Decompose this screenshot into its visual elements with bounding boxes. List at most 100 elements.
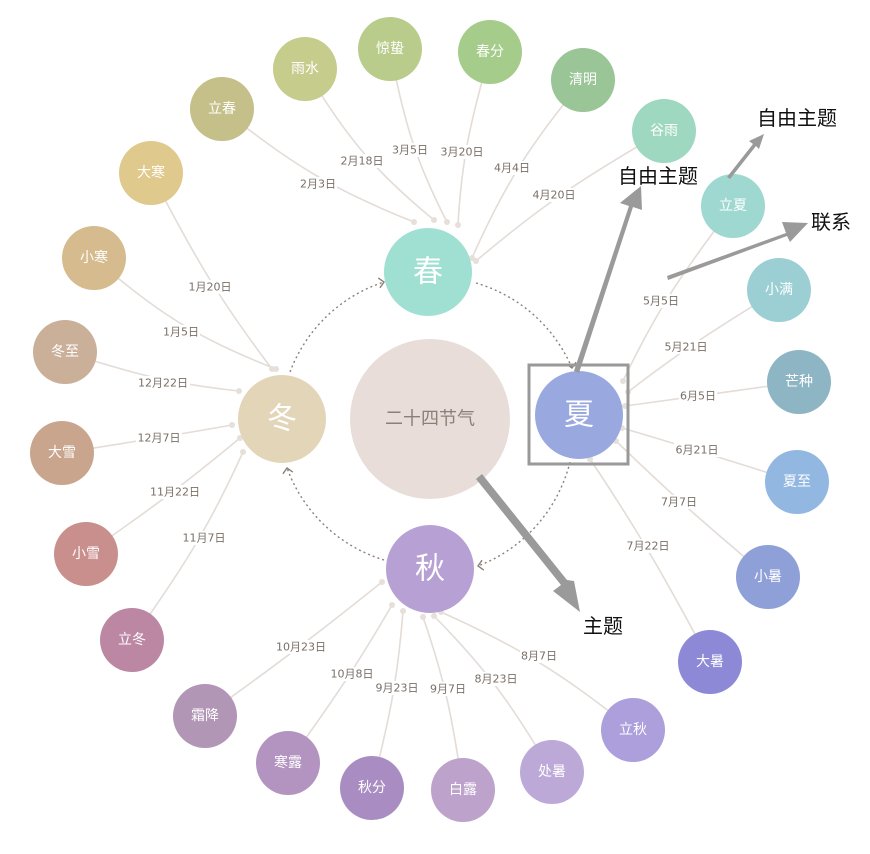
term-label: 春分 xyxy=(476,44,504,60)
date-label-group: 3月5日 xyxy=(391,143,429,157)
term-node[interactable]: 小雪 xyxy=(54,522,118,586)
date-label-group: 2月3日 xyxy=(299,177,337,191)
term-node[interactable]: 清明 xyxy=(551,48,615,112)
date-label-group: 11月22日 xyxy=(148,485,202,499)
connector-dot xyxy=(431,613,437,619)
term-node[interactable]: 秋分 xyxy=(340,756,404,820)
term-node[interactable]: 处暑 xyxy=(520,740,584,804)
term-label: 秋分 xyxy=(358,780,386,796)
date-label-group: 7月22日 xyxy=(625,539,671,553)
term-node[interactable]: 白露 xyxy=(431,758,495,822)
season-cycle-arc xyxy=(289,281,385,373)
term-node[interactable]: 大雪 xyxy=(30,421,94,485)
term-label: 立秋 xyxy=(619,722,647,738)
term-node[interactable]: 小寒 xyxy=(62,226,126,290)
center-node[interactable]: 二十四节气 xyxy=(350,339,510,499)
connector-dot xyxy=(411,219,417,225)
connector-dot xyxy=(455,222,461,228)
term-label: 小寒 xyxy=(80,249,108,266)
connector-dot xyxy=(236,388,242,394)
date-label: 8月7日 xyxy=(521,650,557,663)
term-node[interactable]: 大寒 xyxy=(119,141,183,205)
free-topic-sub-arrow xyxy=(727,134,764,179)
date-label: 11月22日 xyxy=(150,486,200,499)
date-label: 10月8日 xyxy=(331,668,374,681)
term-label: 雨水 xyxy=(291,61,319,77)
term-node[interactable]: 夏至 xyxy=(765,450,829,514)
term-node[interactable]: 惊蛰 xyxy=(358,17,422,81)
date-label-group: 8月7日 xyxy=(520,649,558,663)
term-label: 立冬 xyxy=(118,632,146,648)
term-node[interactable]: 芒种 xyxy=(767,350,831,414)
term-node[interactable]: 寒露 xyxy=(256,731,320,795)
topic-arrow xyxy=(476,474,580,612)
season-node-summer[interactable]: 夏 xyxy=(535,371,623,459)
term-node[interactable]: 立秋 xyxy=(601,698,665,762)
relation-callout[interactable]: 联系 xyxy=(811,210,851,234)
date-label: 10月23日 xyxy=(276,641,326,654)
free-topic-callout[interactable]: 自由主题 xyxy=(618,164,698,188)
term-node[interactable]: 立夏 xyxy=(701,174,765,238)
date-label: 8月23日 xyxy=(475,673,518,686)
season-node-spring[interactable]: 春 xyxy=(384,228,472,316)
connector-dot xyxy=(473,258,479,264)
term-connector xyxy=(150,172,273,370)
term-node[interactable]: 谷雨 xyxy=(632,99,696,163)
term-node[interactable]: 雨水 xyxy=(273,37,337,101)
date-label: 9月23日 xyxy=(376,682,419,695)
date-label-group: 12月7日 xyxy=(136,431,182,445)
term-node[interactable]: 霜降 xyxy=(173,684,237,748)
term-label: 大雪 xyxy=(48,445,76,461)
term-label: 大寒 xyxy=(137,164,165,181)
term-connector xyxy=(221,108,415,223)
term-label: 惊蛰 xyxy=(376,41,404,57)
center-label: 二十四节气 xyxy=(385,409,475,430)
connector-dot xyxy=(620,378,626,384)
term-label: 小雪 xyxy=(72,546,100,562)
date-label: 2月18日 xyxy=(341,155,384,168)
term-label: 立夏 xyxy=(719,198,747,214)
term-node[interactable]: 大暑 xyxy=(678,630,742,694)
season-label: 春 xyxy=(413,255,443,290)
connector-dot xyxy=(444,219,450,225)
term-label: 白露 xyxy=(449,782,477,798)
date-label-group: 8月23日 xyxy=(473,672,519,686)
season-node-autumn[interactable]: 秋 xyxy=(386,525,474,613)
date-label-group: 4月4日 xyxy=(493,161,531,175)
term-label: 立春 xyxy=(208,101,236,117)
term-node[interactable]: 冬至 xyxy=(33,320,97,384)
connector-dot xyxy=(389,602,395,608)
date-label-group: 7月7日 xyxy=(660,495,698,509)
term-label: 冬至 xyxy=(51,344,79,360)
date-label-group: 2月18日 xyxy=(339,154,385,168)
term-node[interactable]: 小暑 xyxy=(736,545,800,609)
term-label: 清明 xyxy=(569,72,597,88)
solar-terms-mindmap: 2月3日 2月18日 3月5日 3月20日 4月4日 4月20日 5月5日 5月21日 6月5日… xyxy=(30,17,851,822)
term-node[interactable]: 立春 xyxy=(190,77,254,141)
connector-dot xyxy=(240,449,246,455)
date-label: 5月5日 xyxy=(643,295,679,308)
date-label: 7月7日 xyxy=(661,496,697,509)
date-label-group: 4月20日 xyxy=(531,188,577,202)
topic-callout[interactable]: 主题 xyxy=(583,614,623,638)
term-node[interactable]: 小满 xyxy=(747,258,811,322)
term-node[interactable]: 春分 xyxy=(458,20,522,84)
date-label-group: 5月5日 xyxy=(642,294,680,308)
date-label: 5月21日 xyxy=(665,341,708,354)
season-label: 夏 xyxy=(564,398,594,433)
date-label-group: 10月8日 xyxy=(329,667,375,681)
date-label-group: 6月5日 xyxy=(679,389,717,403)
term-label: 霜降 xyxy=(191,708,219,724)
season-cycle-arc xyxy=(477,461,571,567)
term-label: 小暑 xyxy=(754,569,782,585)
term-label: 大暑 xyxy=(696,654,724,670)
date-label-group: 11月7日 xyxy=(181,531,227,545)
term-label: 谷雨 xyxy=(650,123,678,139)
season-label: 秋 xyxy=(415,552,445,587)
term-node[interactable]: 立冬 xyxy=(100,608,164,672)
season-node-winter[interactable]: 冬 xyxy=(238,375,326,463)
free-topic-subcallout[interactable]: 自由主题 xyxy=(757,106,837,130)
date-label: 3月5日 xyxy=(392,144,428,157)
date-label: 12月7日 xyxy=(138,432,181,445)
date-label-group: 3月20日 xyxy=(439,145,485,159)
